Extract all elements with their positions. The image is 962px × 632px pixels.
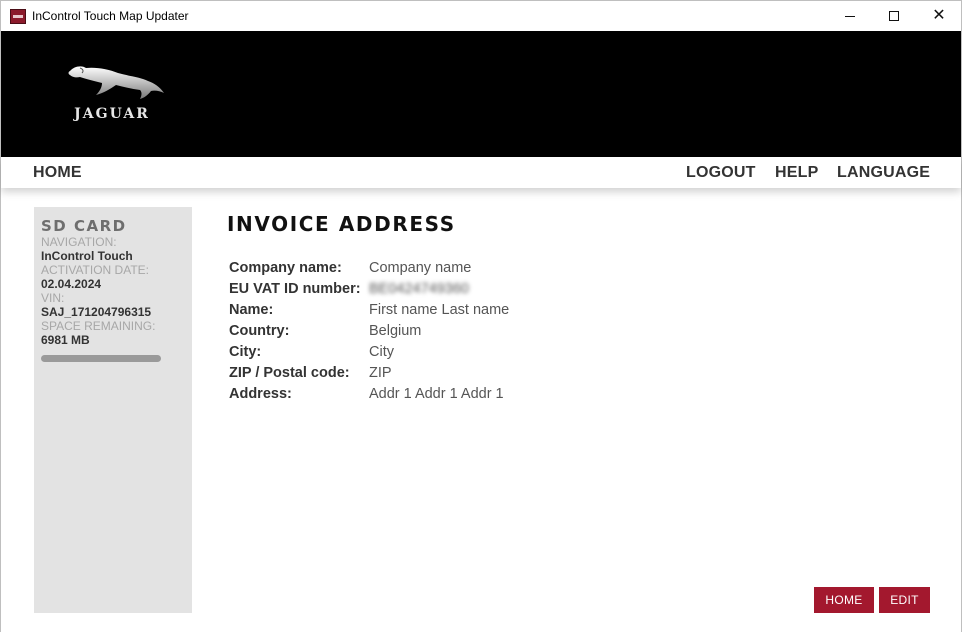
table-row: City: City xyxy=(229,342,509,363)
company-name-label: Company name: xyxy=(229,260,342,276)
table-row: Country: Belgium xyxy=(229,321,509,342)
table-row: Name: First name Last name xyxy=(229,300,509,321)
company-name-value: Company name xyxy=(369,260,472,276)
window-titlebar[interactable]: InControl Touch Map Updater ✕ xyxy=(0,0,962,31)
table-row: ZIP / Postal code: ZIP xyxy=(229,363,509,384)
home-button[interactable]: HOME xyxy=(814,587,874,613)
nav-home-link[interactable]: HOME xyxy=(33,164,82,182)
top-nav: HOME LOGOUT HELP LANGUAGE xyxy=(1,157,961,188)
nav-logout-link[interactable]: LOGOUT xyxy=(686,164,756,182)
jaguar-logo: JAGUAR xyxy=(56,63,168,123)
country-label: Country: xyxy=(229,323,290,339)
maximize-button[interactable] xyxy=(871,1,917,31)
name-label: Name: xyxy=(229,302,274,318)
navigation-value: InControl Touch xyxy=(41,249,133,263)
close-button[interactable]: ✕ xyxy=(916,1,962,31)
city-label: City: xyxy=(229,344,262,360)
app-icon xyxy=(10,9,26,24)
vin-label: VIN: xyxy=(41,291,65,305)
window-title: InControl Touch Map Updater xyxy=(32,9,189,23)
vat-id-value: BE0424749360 xyxy=(369,281,469,297)
table-row: Company name: Company name xyxy=(229,258,509,279)
vat-id-label: EU VAT ID number: xyxy=(229,281,361,297)
page-title: INVOICE ADDRESS xyxy=(227,212,456,236)
nav-language-link[interactable]: LANGUAGE xyxy=(837,164,930,182)
address-label: Address: xyxy=(229,386,292,402)
zip-value: ZIP xyxy=(369,365,392,381)
navigation-label: NAVIGATION: xyxy=(41,235,117,249)
vin-value: SAJ_171204796315 xyxy=(41,305,152,319)
city-value: City xyxy=(369,344,394,360)
main-content: SD CARD NAVIGATION: InControl Touch ACTI… xyxy=(1,188,961,631)
invoice-address-table: Company name: Company name EU VAT ID num… xyxy=(229,258,509,405)
space-remaining-label: SPACE REMAINING: xyxy=(41,319,156,333)
activation-date-label: ACTIVATION DATE: xyxy=(41,263,150,277)
zip-label: ZIP / Postal code: xyxy=(229,365,350,381)
country-value: Belgium xyxy=(369,323,422,339)
space-remaining-bar xyxy=(41,355,161,362)
table-row: Address: Addr 1 Addr 1 Addr 1 xyxy=(229,384,509,405)
minimize-button[interactable] xyxy=(827,1,873,31)
address-value: Addr 1 Addr 1 Addr 1 xyxy=(369,386,504,402)
activation-date-value: 02.04.2024 xyxy=(41,277,102,291)
jaguar-leaper-icon xyxy=(68,66,164,99)
space-remaining-value: 6981 MB xyxy=(41,333,90,347)
name-value: First name Last name xyxy=(369,302,510,318)
jaguar-wordmark: JAGUAR xyxy=(74,106,150,122)
edit-button[interactable]: EDIT xyxy=(879,587,930,613)
sd-card-panel: SD CARD NAVIGATION: InControl Touch ACTI… xyxy=(34,207,192,613)
close-icon: ✕ xyxy=(932,7,946,24)
table-row: EU VAT ID number: BE0424749360 xyxy=(229,279,509,300)
brand-banner: JAGUAR xyxy=(1,31,961,157)
nav-help-link[interactable]: HELP xyxy=(775,164,818,182)
maximize-icon xyxy=(889,11,899,21)
minimize-icon xyxy=(845,15,855,17)
sd-card-title: SD CARD xyxy=(41,217,127,235)
